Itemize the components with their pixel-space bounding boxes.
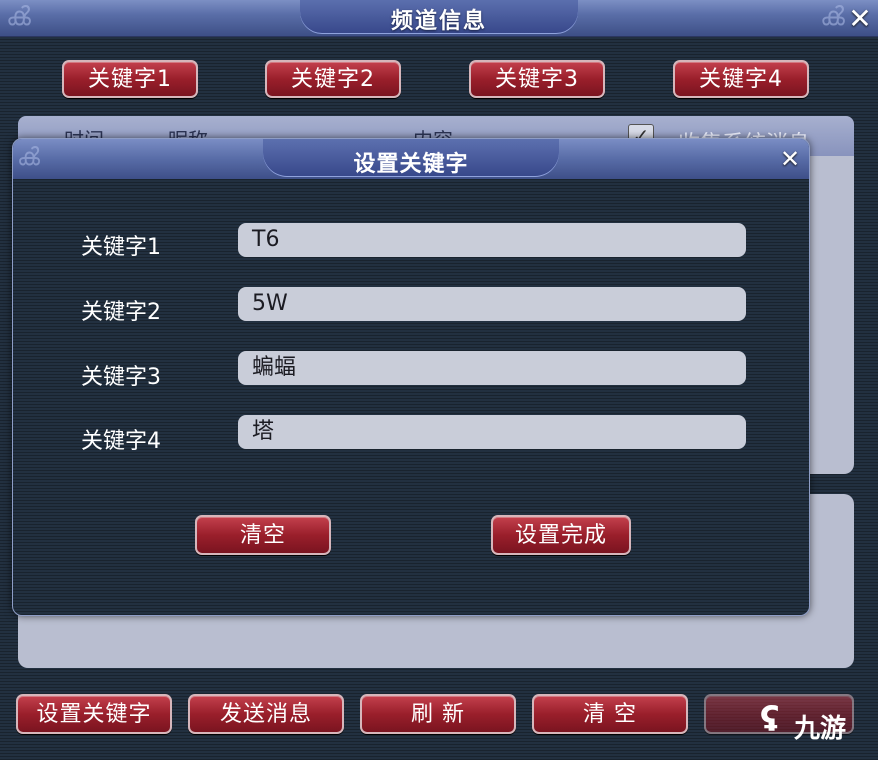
decor-swirl-icon: ൿ xyxy=(820,2,845,32)
send-message-button[interactable]: 发送消息 xyxy=(188,694,344,734)
keyword-3-label: 关键字3 xyxy=(81,365,161,390)
close-icon[interactable]: ✕ xyxy=(844,2,876,35)
dialog-close-icon[interactable]: ✕ xyxy=(775,145,805,173)
refresh-button[interactable]: 刷 新 xyxy=(360,694,516,734)
watermark-swirl-icon: ʢ xyxy=(760,700,780,740)
keyword-1-input[interactable]: T6 xyxy=(238,223,746,257)
clear-all-button[interactable]: 清 空 xyxy=(532,694,688,734)
keyword-tab-2[interactable]: 关键字2 xyxy=(265,60,401,98)
keyword-2-input[interactable]: 5W xyxy=(238,287,746,321)
keyword-4-input[interactable]: 塔 xyxy=(238,415,746,449)
decor-swirl-icon: ൿ xyxy=(6,2,31,32)
set-keyword-dialog: ൿ 设置关键字 ✕ 关键字1 T6 关键字2 5W 关键字3 蝙蝠 关键字4 塔… xyxy=(12,138,810,616)
watermark-text: 九游 xyxy=(794,714,847,744)
keyword-4-label: 关键字4 xyxy=(81,429,161,454)
dialog-title: 设置关键字 xyxy=(353,152,469,177)
decor-swirl-icon: ൿ xyxy=(17,143,40,171)
dialog-done-button[interactable]: 设置完成 xyxy=(491,515,631,555)
keyword-tab-4[interactable]: 关键字4 xyxy=(673,60,809,98)
dialog-clear-button[interactable]: 清空 xyxy=(195,515,331,555)
keyword-3-input[interactable]: 蝙蝠 xyxy=(238,351,746,385)
set-keyword-button[interactable]: 设置关键字 xyxy=(16,694,172,734)
watermark-logo: ʢ 九游 xyxy=(760,694,878,756)
keyword-1-label: 关键字1 xyxy=(81,235,161,260)
keyword-tab-3[interactable]: 关键字3 xyxy=(469,60,605,98)
keyword-tab-1[interactable]: 关键字1 xyxy=(62,60,198,98)
keyword-2-label: 关键字2 xyxy=(81,300,161,325)
window-title: 频道信息 xyxy=(390,9,487,34)
